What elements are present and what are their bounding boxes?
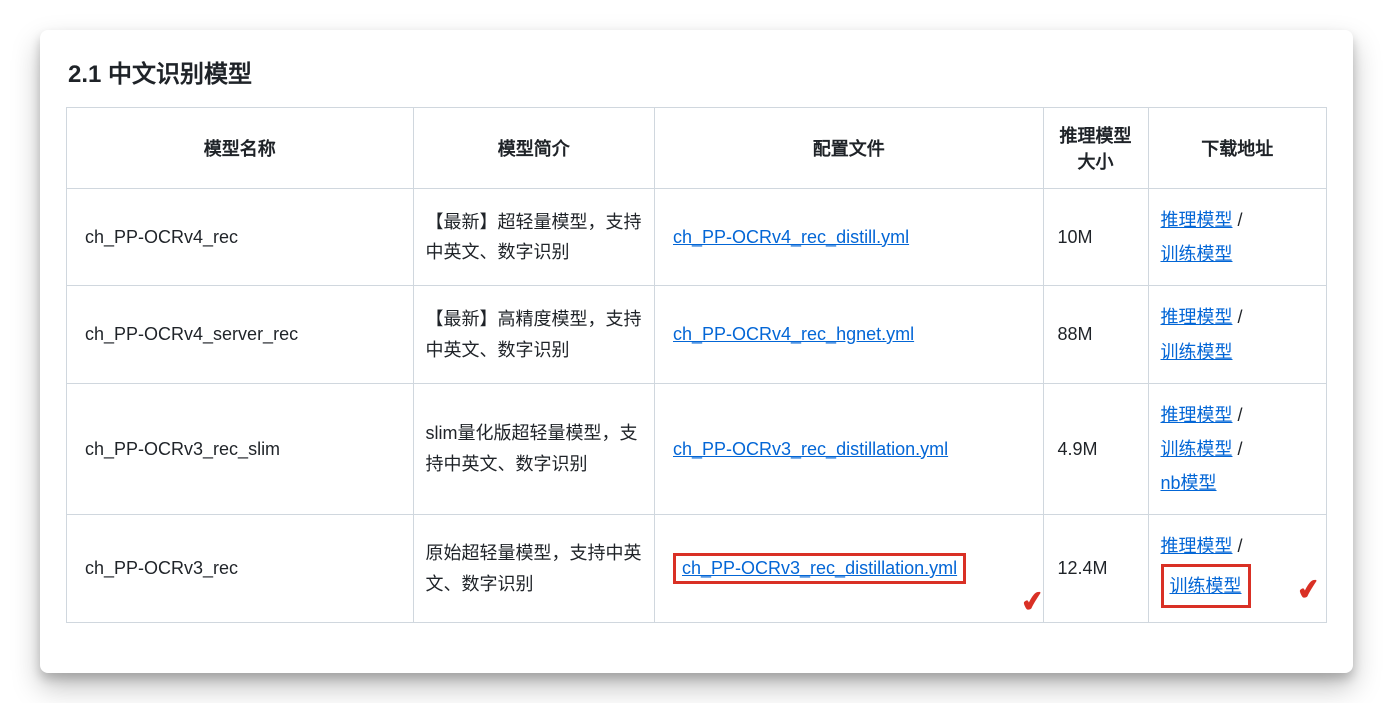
table-row: ch_PP-OCRv3_rec_slimslim量化版超轻量模型，支持中英文、数…	[67, 383, 1327, 515]
config-link[interactable]: ch_PP-OCRv3_rec_distillation.yml	[673, 439, 948, 459]
config-link[interactable]: ch_PP-OCRv4_rec_distill.yml	[673, 227, 909, 247]
highlight-box: 训练模型	[1161, 564, 1251, 608]
cell-infer-size: 4.9M	[1043, 383, 1148, 515]
cell-config-file: ch_PP-OCRv3_rec_distillation.yml	[655, 383, 1044, 515]
col-model-name: 模型名称	[67, 108, 414, 189]
separator: /	[1233, 536, 1243, 556]
document-card: 2.1 中文识别模型 模型名称 模型简介 配置文件 推理模型大小 下载地址 ch…	[40, 30, 1353, 673]
cell-model-name: ch_PP-OCRv3_rec	[67, 515, 414, 622]
col-download: 下载地址	[1148, 108, 1327, 189]
infer-model-link[interactable]: 推理模型	[1161, 405, 1233, 425]
cell-config-file: ch_PP-OCRv4_rec_distill.yml	[655, 189, 1044, 286]
cell-infer-size: 10M	[1043, 189, 1148, 286]
cell-download: 推理模型 / 训练模型 ✔	[1148, 515, 1327, 622]
infer-model-link[interactable]: 推理模型	[1161, 210, 1233, 230]
nb-model-link[interactable]: nb模型	[1161, 473, 1217, 493]
cell-download: 推理模型 / 训练模型	[1148, 286, 1327, 383]
cell-model-name: ch_PP-OCRv3_rec_slim	[67, 383, 414, 515]
cell-download: 推理模型 / 训练模型	[1148, 189, 1327, 286]
config-link[interactable]: ch_PP-OCRv3_rec_distillation.yml	[682, 558, 957, 578]
cell-config-file: ch_PP-OCRv3_rec_distillation.yml ✔	[655, 515, 1044, 622]
col-model-intro: 模型简介	[413, 108, 655, 189]
separator: /	[1233, 439, 1243, 459]
cell-model-intro: slim量化版超轻量模型，支持中英文、数字识别	[413, 383, 655, 515]
table-header-row: 模型名称 模型简介 配置文件 推理模型大小 下载地址	[67, 108, 1327, 189]
train-model-link[interactable]: 训练模型	[1161, 439, 1233, 459]
cell-infer-size: 88M	[1043, 286, 1148, 383]
train-model-link[interactable]: 训练模型	[1170, 576, 1242, 596]
models-table: 模型名称 模型简介 配置文件 推理模型大小 下载地址 ch_PP-OCRv4_r…	[66, 107, 1327, 623]
cell-model-name: ch_PP-OCRv4_server_rec	[67, 286, 414, 383]
checkmark-icon: ✔	[1019, 583, 1047, 619]
separator: /	[1233, 405, 1243, 425]
train-model-link[interactable]: 训练模型	[1161, 342, 1233, 362]
table-row: ch_PP-OCRv3_rec原始超轻量模型，支持中英文、数字识别ch_PP-O…	[67, 515, 1327, 622]
col-infer-size: 推理模型大小	[1043, 108, 1148, 189]
cell-model-intro: 【最新】超轻量模型，支持中英文、数字识别	[413, 189, 655, 286]
cell-model-intro: 原始超轻量模型，支持中英文、数字识别	[413, 515, 655, 622]
table-row: ch_PP-OCRv4_server_rec【最新】高精度模型，支持中英文、数字…	[67, 286, 1327, 383]
cell-infer-size: 12.4M	[1043, 515, 1148, 622]
cell-config-file: ch_PP-OCRv4_rec_hgnet.yml	[655, 286, 1044, 383]
separator: /	[1233, 210, 1243, 230]
table-row: ch_PP-OCRv4_rec【最新】超轻量模型，支持中英文、数字识别 ch_PP…	[67, 189, 1327, 286]
cell-model-intro: 【最新】高精度模型，支持中英文、数字识别	[413, 286, 655, 383]
section-heading: 2.1 中文识别模型	[68, 54, 1327, 89]
train-model-link[interactable]: 训练模型	[1161, 244, 1233, 264]
cell-download: 推理模型 / 训练模型 / nb模型	[1148, 383, 1327, 515]
highlight-box: ch_PP-OCRv3_rec_distillation.yml	[673, 553, 966, 584]
col-config-file: 配置文件	[655, 108, 1044, 189]
infer-model-link[interactable]: 推理模型	[1161, 307, 1233, 327]
checkmark-icon: ✔	[1293, 561, 1324, 617]
cell-model-name: ch_PP-OCRv4_rec	[67, 189, 414, 286]
config-link[interactable]: ch_PP-OCRv4_rec_hgnet.yml	[673, 324, 914, 344]
separator: /	[1233, 307, 1243, 327]
infer-model-link[interactable]: 推理模型	[1161, 536, 1233, 556]
